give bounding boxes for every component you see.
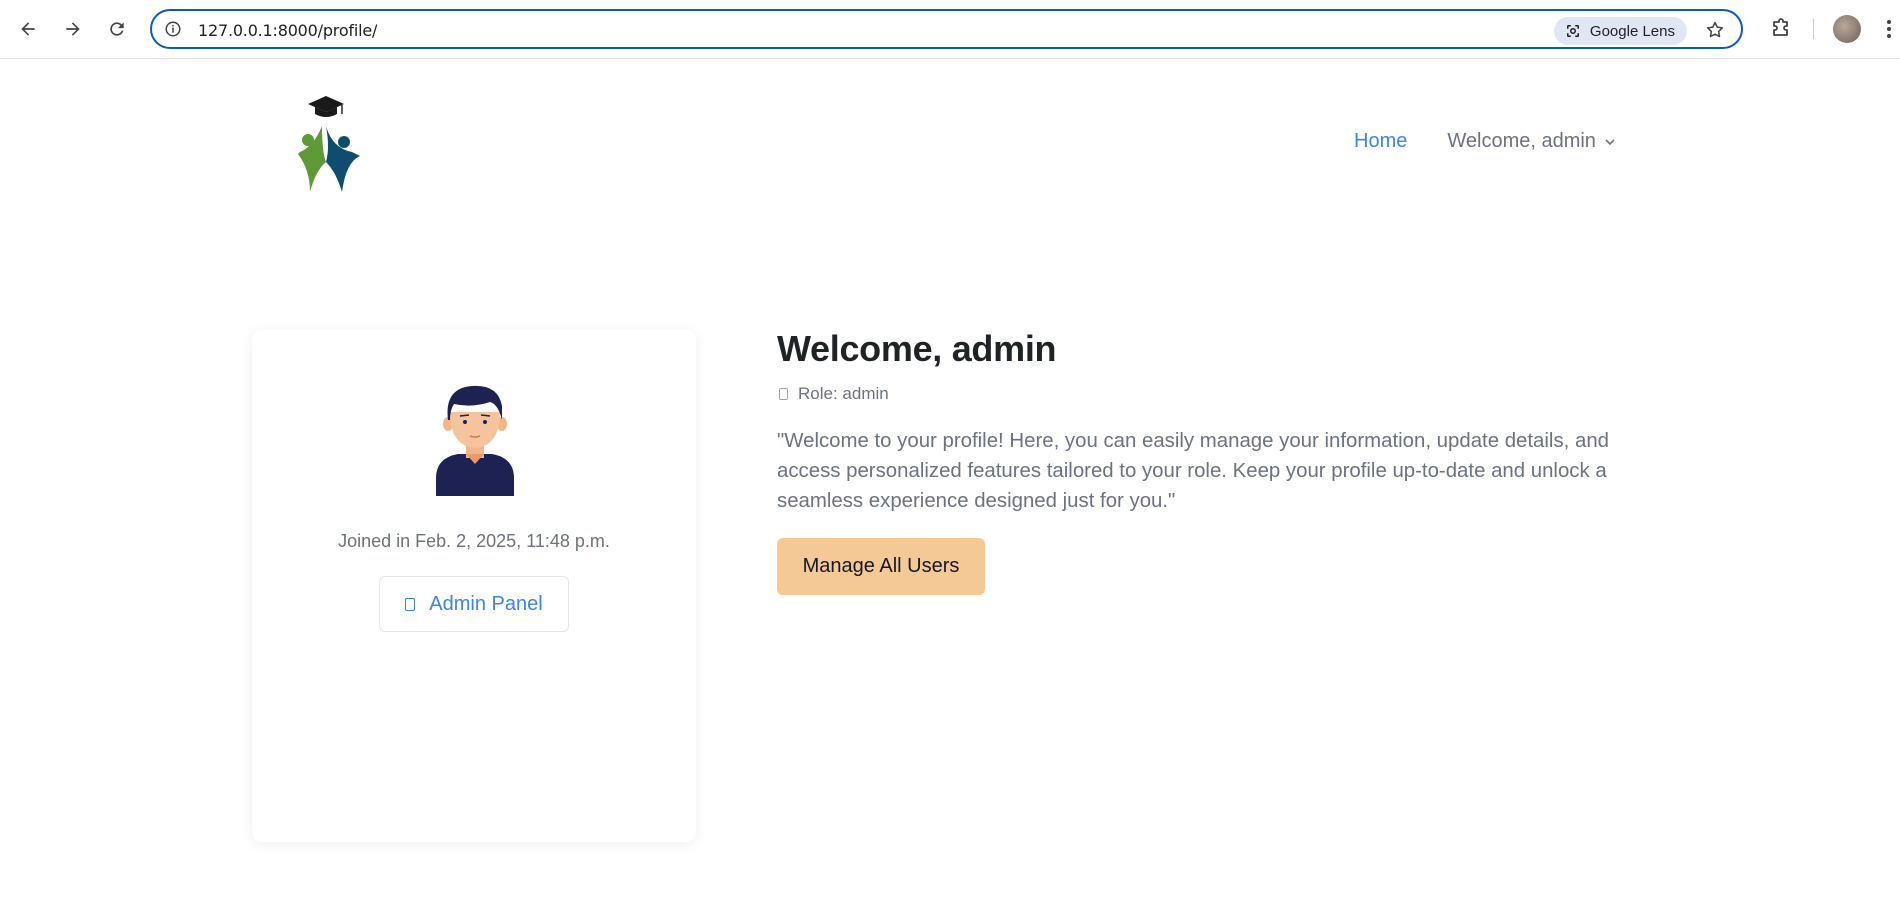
reload-icon [110,22,124,36]
joined-date: Joined in Feb. 2, 2025, 11:48 p.m. [338,531,610,551]
back-button[interactable] [13,14,43,44]
google-lens-label: Google Lens [1589,22,1675,40]
extensions-icon[interactable] [1769,17,1793,41]
forward-arrow-icon [66,22,80,36]
browser-profile-avatar[interactable] [1833,15,1861,43]
role-text: Role: admin [798,384,889,403]
role-line: Role: admin [777,384,1627,404]
bookmark-star-icon[interactable] [1705,20,1725,40]
admin-panel-button[interactable]: Admin Panel [379,576,569,632]
admin-panel-icon [405,597,416,611]
profile-description: "Welcome to your profile! Here, you can … [777,430,1609,512]
nav-home-link[interactable]: Home [1354,130,1407,153]
profile-content: Welcome, admin Role: admin "Welcome to y… [777,328,1627,595]
chevron-down-icon [1605,138,1615,145]
admin-panel-label: Admin Panel [429,592,543,615]
toolbar-separator [1813,19,1814,39]
user-dropdown-label: Welcome, admin [1447,130,1596,152]
site-navigation: Home Welcome, admin [1354,130,1616,153]
profile-card: Joined in Feb. 2, 2025, 11:48 p.m. Admin… [252,330,696,842]
site-logo[interactable] [286,92,366,196]
browser-toolbar: 127.0.0.1:8000/profile/ Google Lens [0,0,1900,59]
address-bar[interactable]: 127.0.0.1:8000/profile/ Google Lens [150,9,1743,49]
menu-icon[interactable] [1885,18,1893,40]
page-title: Welcome, admin [777,328,1057,369]
reload-button[interactable] [102,14,132,44]
role-icon [779,388,788,400]
forward-button[interactable] [58,14,88,44]
google-lens-icon [1566,25,1579,37]
site-info-icon[interactable] [164,20,182,38]
user-avatar [436,385,514,496]
manage-all-users-button[interactable]: Manage All Users [777,538,985,595]
url-text[interactable]: 127.0.0.1:8000/profile/ [198,21,377,40]
user-dropdown[interactable]: Welcome, admin [1447,130,1616,153]
back-arrow-icon [21,22,35,36]
google-lens-button[interactable]: Google Lens [1553,17,1687,45]
